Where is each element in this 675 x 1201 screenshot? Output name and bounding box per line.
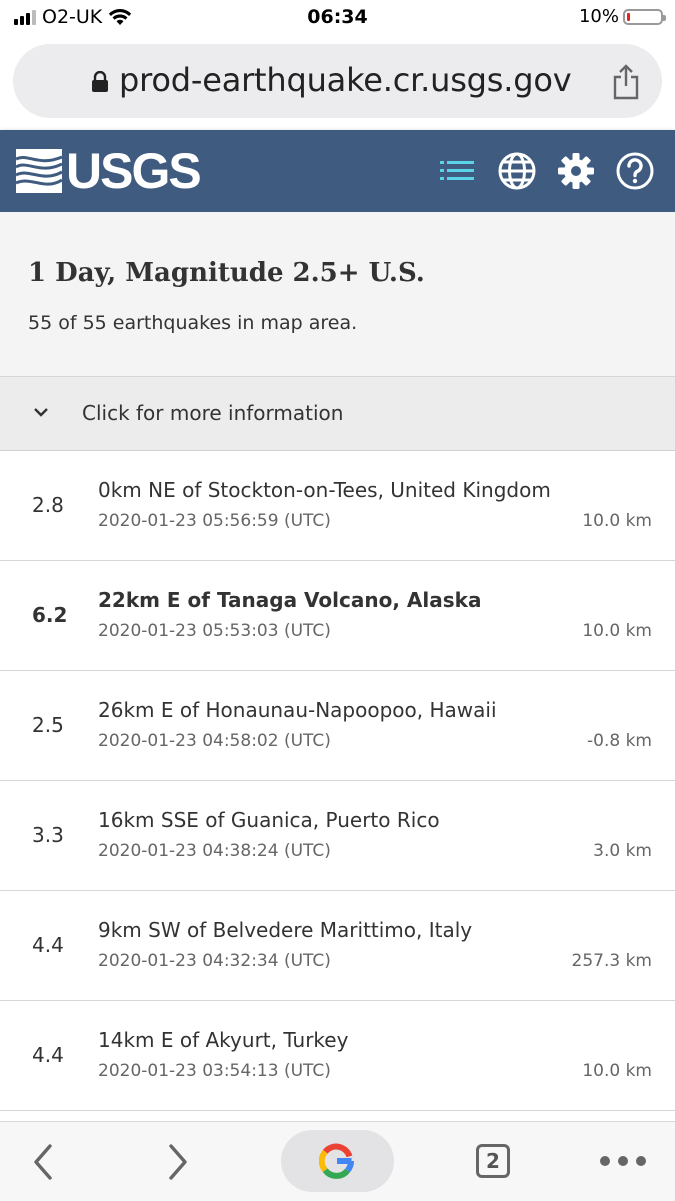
help-icon[interactable] xyxy=(615,151,655,191)
more-info-toggle[interactable]: Click for more information xyxy=(0,377,675,451)
feed-summary: 1 Day, Magnitude 2.5+ U.S. 55 of 55 eart… xyxy=(0,212,675,377)
forward-icon[interactable] xyxy=(165,1142,191,1182)
logo-text: USGS xyxy=(66,143,202,199)
earthquake-count: 55 of 55 earthquakes in map area. xyxy=(28,312,358,334)
gear-icon[interactable] xyxy=(556,151,596,191)
event-time: 2020-01-23 04:38:24 (UTC) xyxy=(98,841,331,861)
location: 22km E of Tanaga Volcano, Alaska xyxy=(98,588,482,612)
magnitude: 6.2 xyxy=(32,603,68,627)
magnitude: 4.4 xyxy=(32,1043,64,1067)
google-search-button[interactable] xyxy=(281,1130,394,1192)
magnitude: 4.4 xyxy=(32,933,64,957)
depth: 3.0 km xyxy=(593,841,652,861)
magnitude: 3.3 xyxy=(32,823,64,847)
list-icon[interactable] xyxy=(438,151,478,191)
event-time: 2020-01-23 03:54:13 (UTC) xyxy=(98,1061,331,1081)
depth: 10.0 km xyxy=(582,511,652,531)
earthquake-row[interactable]: 4.4 14km E of Akyurt, Turkey 2020-01-23 … xyxy=(0,1001,675,1111)
page-title: 1 Day, Magnitude 2.5+ U.S. xyxy=(28,258,425,288)
earthquake-row[interactable]: 2.8 0km NE of Stockton-on-Tees, United K… xyxy=(0,451,675,561)
location: 14km E of Akyurt, Turkey xyxy=(98,1028,349,1052)
url-text: prod-earthquake.cr.usgs.gov xyxy=(119,61,572,99)
status-right: 10% xyxy=(578,6,666,27)
event-time: 2020-01-23 04:32:34 (UTC) xyxy=(98,951,331,971)
browser-toolbar: prod-earthquake.cr.usgs.gov xyxy=(0,36,675,130)
battery-percent: 10% xyxy=(578,6,619,27)
earthquake-row[interactable]: 2.5 26km E of Honaunau-Napoopoo, Hawaii … xyxy=(0,671,675,781)
google-icon xyxy=(319,1143,354,1179)
depth: 10.0 km xyxy=(582,1061,652,1081)
browser-bottom-bar: 2 xyxy=(0,1121,675,1201)
chevron-down-icon xyxy=(34,408,48,417)
site-header: USGS xyxy=(0,130,675,212)
usgs-logo[interactable]: USGS xyxy=(16,143,202,199)
battery-fill xyxy=(627,12,630,21)
earthquake-list: 2.8 0km NE of Stockton-on-Tees, United K… xyxy=(0,451,675,1111)
status-time: 06:34 xyxy=(307,6,368,28)
share-icon[interactable] xyxy=(612,64,640,100)
back-icon[interactable] xyxy=(30,1142,56,1182)
more-icon[interactable] xyxy=(600,1156,646,1166)
location: 0km NE of Stockton-on-Tees, United Kingd… xyxy=(98,478,551,502)
depth: 257.3 km xyxy=(571,951,652,971)
event-time: 2020-01-23 04:58:02 (UTC) xyxy=(98,731,331,751)
location: 16km SSE of Guanica, Puerto Rico xyxy=(98,808,440,832)
depth: -0.8 km xyxy=(587,731,652,751)
location: 9km SW of Belvedere Marittimo, Italy xyxy=(98,918,473,942)
tabs-button[interactable]: 2 xyxy=(476,1144,510,1178)
location: 26km E of Honaunau-Napoopoo, Hawaii xyxy=(98,698,497,722)
lock-icon xyxy=(92,71,108,92)
magnitude: 2.5 xyxy=(32,713,64,737)
depth: 10.0 km xyxy=(582,621,652,641)
address-bar[interactable]: prod-earthquake.cr.usgs.gov xyxy=(13,44,662,118)
globe-icon[interactable] xyxy=(497,151,537,191)
usgs-wave-icon xyxy=(16,149,62,193)
earthquake-row[interactable]: 3.3 16km SSE of Guanica, Puerto Rico 202… xyxy=(0,781,675,891)
event-time: 2020-01-23 05:53:03 (UTC) xyxy=(98,621,331,641)
more-info-label: Click for more information xyxy=(82,401,344,425)
battery-icon xyxy=(623,8,666,25)
status-bar: O2-UK 06:34 10% xyxy=(0,0,675,36)
earthquake-row[interactable]: 4.4 9km SW of Belvedere Marittimo, Italy… xyxy=(0,891,675,1001)
event-time: 2020-01-23 05:56:59 (UTC) xyxy=(98,511,331,531)
earthquake-row[interactable]: 6.2 22km E of Tanaga Volcano, Alaska 202… xyxy=(0,561,675,671)
magnitude: 2.8 xyxy=(32,493,64,517)
